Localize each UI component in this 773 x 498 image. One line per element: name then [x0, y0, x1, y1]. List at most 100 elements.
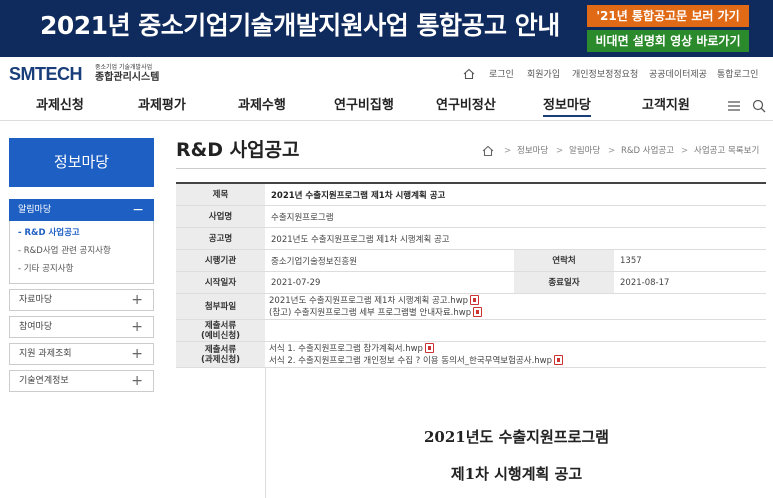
logo-system-name: 종합관리시스템 [95, 72, 160, 83]
privacy-request-link[interactable]: 개인정보정정요청 [572, 68, 638, 82]
attachment-link[interactable]: 서식 2. 수출지원프로그램 개인정보 수집 ? 이용 동의서_한국무역보험공사… [269, 355, 564, 367]
attachment-link[interactable]: 2021년도 수출지원프로그램 제1차 시행계획 공고.hwp [269, 295, 482, 307]
search-icon[interactable] [752, 99, 766, 113]
notice-link-button[interactable]: '21년 통합공고문 보러 가기 [587, 5, 749, 27]
content-label-column [176, 368, 265, 498]
hwp-file-icon [470, 295, 480, 305]
sidebar-item-label: 기술연계정보 [19, 376, 69, 386]
table-row: 첨부파일 2021년도 수출지원프로그램 제1차 시행계획 공고.hwp (참고… [176, 294, 766, 320]
breadcrumb-rnd-notice[interactable]: R&D 사업공고 [621, 145, 674, 157]
row-label-line: (과제신청) [200, 354, 241, 365]
agency-value: 중소기업기술정보진흥원 [271, 256, 358, 267]
table-row: 제출서류 (예비신청) [176, 320, 766, 342]
nav-divider [0, 120, 773, 121]
breadcrumb-notice-plaza[interactable]: 알림마당 [569, 145, 600, 157]
collapse-icon: − [132, 202, 144, 218]
integrated-login-link[interactable]: 통합로그인 [717, 68, 758, 82]
sidebar-title: 정보마당 [9, 138, 154, 187]
row-label: 첨부파일 [176, 294, 265, 319]
logo-text: SMTECH [9, 64, 83, 84]
hwp-file-icon [473, 307, 483, 317]
top-banner: 2021년 중소기업기술개발지원사업 통합공고 안내 '21년 통합공고문 보러… [0, 0, 773, 57]
row-label: 시작일자 [176, 272, 265, 293]
login-link[interactable]: 로그인 [489, 68, 514, 82]
notice-detail-table: 제목 2021년 수출지원프로그램 제1차 시행계획 공고 사업명 수출지원프로… [176, 182, 766, 368]
public-data-link[interactable]: 공공데이터제공 [649, 68, 707, 82]
sidebar-sub-rnd-announcements[interactable]: - R&D사업 관련 공지사항 [18, 245, 111, 257]
document-subtitle: 제1차 시행계획 공고 [450, 465, 583, 483]
row-label-line: 제출서류 [204, 320, 237, 331]
attachment-list: 2021년도 수출지원프로그램 제1차 시행계획 공고.hwp (참고) 수출지… [269, 295, 483, 319]
notice-name-value: 2021년도 수출지원프로그램 제1차 시행계획 공고 [271, 234, 450, 245]
nav-task-evaluation[interactable]: 과제평가 [138, 97, 186, 117]
sidebar-item-notice-plaza[interactable]: 알림마당 − [9, 199, 154, 221]
nav-task-execution[interactable]: 과제수행 [238, 97, 286, 117]
title-divider [176, 168, 766, 169]
end-date-value: 2021-08-17 [620, 277, 670, 288]
expand-icon: + [131, 292, 143, 308]
sidebar-item-participation[interactable]: 참여마당 + [9, 316, 154, 338]
row-label-line: 제출서류 [204, 344, 237, 355]
attachment-filename: (참고) 수출지원프로그램 세부 프로그램별 안내자료.hwp [269, 308, 472, 318]
signup-link[interactable]: 회원가입 [527, 68, 560, 82]
sidebar-item-label: 알림마당 [18, 205, 52, 215]
row-label: 공고명 [176, 228, 265, 249]
table-row: 제출서류 (과제신청) 서식 1. 수출지원프로그램 참가계획서.hwp 서식 … [176, 342, 766, 368]
table-row: 시작일자 2021-07-29 종료일자 2021-08-17 [176, 272, 766, 294]
breadcrumb-separator: > [556, 146, 564, 156]
sidebar-sub-other-announcements[interactable]: - 기타 공지사항 [18, 263, 73, 275]
task-file-list: 서식 1. 수출지원프로그램 참가계획서.hwp 서식 2. 수출지원프로그램 … [269, 343, 564, 367]
sidebar-sub-rnd-notice[interactable]: - R&D 사업공고 [18, 227, 80, 239]
table-row: 시행기관 중소기업기술정보진흥원 연락처 1357 [176, 250, 766, 272]
hamburger-menu-icon[interactable] [727, 100, 741, 112]
row-label: 제출서류 (과제신청) [176, 342, 265, 367]
notice-title-value: 2021년 수출지원프로그램 제1차 시행계획 공고 [271, 190, 446, 201]
expand-icon: + [131, 319, 143, 335]
breadcrumb-home-icon[interactable] [482, 145, 494, 157]
document-title: 2021년도 수출지원프로그램 [424, 428, 609, 446]
row-label: 종료일자 [514, 272, 614, 293]
row-label: 제목 [176, 184, 265, 205]
hwp-file-icon [554, 355, 564, 365]
sidebar-item-task-lookup[interactable]: 지원 과제조회 + [9, 343, 154, 365]
table-row: 제목 2021년 수출지원프로그램 제1차 시행계획 공고 [176, 184, 766, 206]
row-label: 시행기관 [176, 250, 265, 271]
page-title: R&D 사업공고 [176, 139, 300, 161]
row-label: 연락처 [514, 250, 614, 271]
nav-customer-support[interactable]: 고객지원 [642, 97, 690, 117]
nav-research-expense[interactable]: 연구비집행 [334, 97, 394, 117]
expand-icon: + [131, 346, 143, 362]
breadcrumb-separator: > [608, 146, 616, 156]
hwp-file-icon [424, 343, 434, 353]
nav-research-settlement[interactable]: 연구비정산 [436, 97, 496, 117]
expand-icon: + [131, 373, 143, 389]
banner-title: 2021년 중소기업기술개발지원사업 통합공고 안내 [40, 11, 560, 40]
sidebar-item-tech-linkage[interactable]: 기술연계정보 + [9, 370, 154, 392]
breadcrumb-list-view[interactable]: 사업공고 목록보기 [694, 145, 759, 157]
sidebar-item-label: 자료마당 [19, 295, 53, 305]
sidebar-item-data-plaza[interactable]: 자료마당 + [9, 289, 154, 311]
table-row: 사업명 수출지원프로그램 [176, 206, 766, 228]
attachment-filename: 서식 2. 수출지원프로그램 개인정보 수집 ? 이용 동의서_한국무역보험공사… [269, 356, 553, 366]
nav-info-plaza[interactable]: 정보마당 [543, 97, 591, 117]
row-label: 사업명 [176, 206, 265, 227]
home-icon[interactable] [463, 68, 475, 80]
attachment-link[interactable]: 서식 1. 수출지원프로그램 참가계획서.hwp [269, 343, 563, 355]
sidebar-item-label: 지원 과제조회 [19, 349, 72, 359]
attachment-filename: 서식 1. 수출지원프로그램 참가계획서.hwp [269, 344, 423, 354]
table-row: 공고명 2021년도 수출지원프로그램 제1차 시행계획 공고 [176, 228, 766, 250]
breadcrumb-info-plaza[interactable]: 정보마당 [517, 145, 548, 157]
row-label: 제출서류 (예비신청) [176, 320, 265, 341]
attachment-filename: 2021년도 수출지원프로그램 제1차 시행계획 공고.hwp [269, 296, 469, 306]
sidebar-item-label: 참여마당 [19, 322, 53, 332]
document-preview: 2021년도 수출지원프로그램 제1차 시행계획 공고 [265, 368, 766, 498]
briefing-video-button[interactable]: 비대면 설명회 영상 바로가기 [587, 30, 749, 52]
breadcrumb-separator: > [681, 146, 689, 156]
business-name-value: 수출지원프로그램 [271, 212, 334, 223]
contact-value: 1357 [620, 255, 642, 266]
nav-task-application[interactable]: 과제신청 [36, 97, 84, 117]
attachment-link[interactable]: (참고) 수출지원프로그램 세부 프로그램별 안내자료.hwp [269, 307, 483, 319]
breadcrumb-separator: > [504, 146, 512, 156]
start-date-value: 2021-07-29 [271, 277, 321, 288]
row-label-line: (예비신청) [200, 330, 241, 341]
